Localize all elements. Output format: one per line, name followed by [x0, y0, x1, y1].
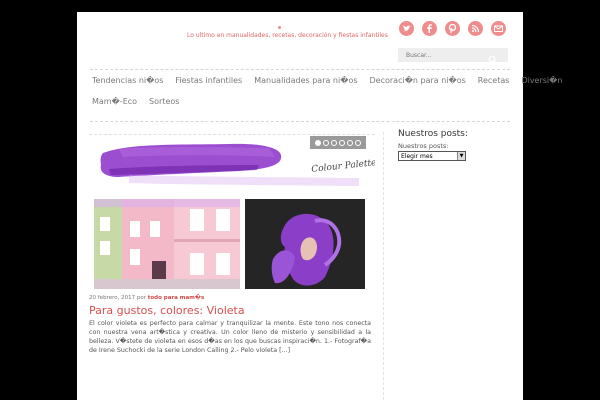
search-box: [398, 48, 508, 65]
search-icon[interactable]: [488, 50, 498, 65]
nav-item-fiestas[interactable]: Fiestas infantiles: [173, 76, 244, 85]
nav-item-manualidades[interactable]: Manualidades para ni�os: [252, 76, 359, 85]
nav-item-mama-eco[interactable]: Mam�-Eco: [90, 97, 139, 106]
nav-row-2: Mam�-Eco Sorteos: [90, 97, 181, 106]
post-banner-image[interactable]: Colour Palette: [89, 135, 377, 191]
nav-item-decoracion[interactable]: Decoraci�n para ni�os: [368, 76, 468, 85]
nav-item-sorteos[interactable]: Sorteos: [147, 97, 181, 106]
carousel-dots: [310, 136, 366, 149]
pinterest-icon[interactable]: [445, 21, 460, 36]
banner-text: Colour Palette: [311, 158, 375, 175]
twitter-icon[interactable]: [399, 21, 414, 36]
nav-item-recetas[interactable]: Recetas: [476, 76, 512, 85]
carousel-dot-1[interactable]: [315, 139, 321, 146]
carousel-dot-2[interactable]: [323, 139, 329, 146]
chevron-down-icon[interactable]: ▼: [457, 152, 465, 160]
nav-item-diversion[interactable]: Diversi�n: [519, 76, 564, 85]
post-excerpt: El color violeta es perfecto para calmar…: [89, 320, 371, 354]
post-by: por: [136, 295, 146, 301]
search-input[interactable]: [398, 48, 488, 62]
post-title[interactable]: Para gustos, colores: Violeta: [89, 304, 245, 317]
post-meta: 20 febrero, 2017 por todo para mam�s: [89, 295, 204, 301]
post-image-violet-hair[interactable]: [245, 199, 365, 289]
site-tagline: Lo ultimo en manualidades, recetas, deco…: [187, 32, 388, 39]
sidebar-title: Nuestros posts:: [398, 129, 468, 139]
archive-label: Nuestros posts:: [398, 142, 449, 150]
logo-dot: [278, 26, 281, 29]
column-divider: [383, 132, 384, 400]
main-nav: Tendencias ni�os Fiestas infantiles Manu…: [90, 69, 562, 122]
rss-icon[interactable]: [468, 21, 483, 36]
site-header: Lo ultimo en manualidades, recetas, deco…: [77, 12, 523, 72]
page: Lo ultimo en manualidades, recetas, deco…: [77, 12, 562, 400]
email-icon[interactable]: [491, 21, 506, 36]
nav-row-1: Tendencias ni�os Fiestas infantiles Manu…: [90, 76, 564, 85]
post-author[interactable]: todo para mam�s: [148, 295, 205, 301]
nav-item-tendencias[interactable]: Tendencias ni�os: [90, 76, 165, 85]
archive-select[interactable]: Elegir mes ▼: [398, 151, 466, 161]
facebook-icon[interactable]: [422, 21, 437, 36]
carousel-dot-4[interactable]: [339, 139, 345, 146]
post-image-houses[interactable]: [94, 199, 240, 289]
post-date: 20 febrero, 2017: [89, 295, 136, 301]
carousel-dot-3[interactable]: [331, 139, 337, 146]
archive-select-value: Elegir mes: [401, 152, 433, 160]
post-article: Colour Palette 20 febrero, 2017 por todo…: [89, 134, 377, 400]
sidebar: Nuestros posts: Nuestros posts: Elegir m…: [398, 129, 518, 161]
carousel-dot-5[interactable]: [347, 139, 353, 146]
carousel-dot-6[interactable]: [355, 139, 361, 146]
